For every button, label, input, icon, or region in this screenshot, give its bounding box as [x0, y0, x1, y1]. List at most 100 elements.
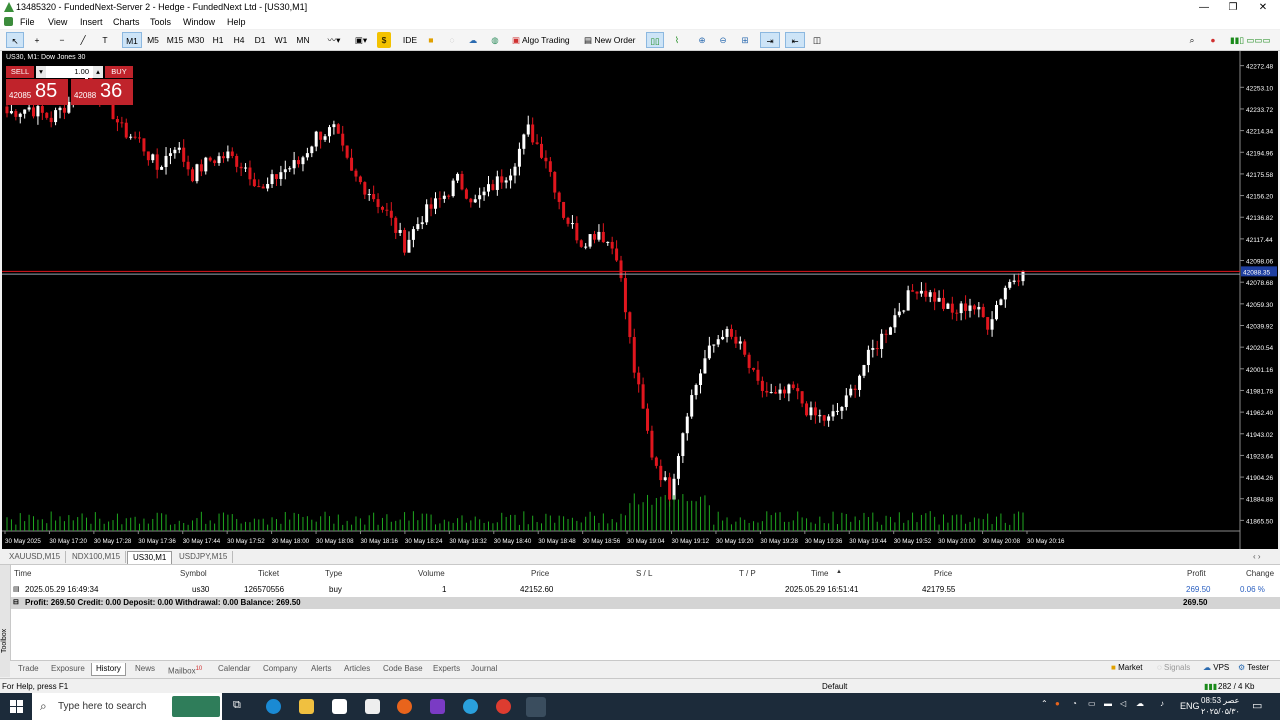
menu-help[interactable]: Help	[227, 17, 246, 27]
price-chart[interactable]: 42272.48 42253.10 42233.72 42214.34 42194.96…	[2, 51, 1278, 549]
table-row[interactable]: ▤ 2025.05.29 16:49:34 us30 126570556 buy…	[10, 583, 1280, 596]
templates-icon[interactable]: ▣▾	[349, 32, 373, 48]
candles-icon[interactable]: ▯▯	[646, 32, 664, 48]
indicators-icon[interactable]: 〰▾	[322, 32, 346, 48]
signals-tab[interactable]: ◌ Signals	[1157, 663, 1190, 672]
vps-tab[interactable]: ☁ VPS	[1203, 663, 1229, 672]
col-type[interactable]: Type	[325, 569, 342, 578]
col-ticket[interactable]: Ticket	[258, 569, 279, 578]
volume-value[interactable]: 1.00	[74, 67, 89, 76]
tab-history[interactable]: History	[91, 663, 126, 676]
connection-status-icon[interactable]: ▮▮▯ ▭▭▭	[1230, 32, 1278, 48]
telegram-icon[interactable]	[463, 699, 478, 714]
tab-code-base[interactable]: Code Base	[379, 663, 427, 675]
col-symbol[interactable]: Symbol	[180, 569, 207, 578]
volume-increase-button[interactable]: ▴	[93, 66, 103, 78]
tray-battery-icon[interactable]: ▬	[1104, 699, 1112, 708]
tab-journal[interactable]: Journal	[467, 663, 501, 675]
tray-volume-icon[interactable]: ◁	[1120, 699, 1126, 708]
tray-speaker-icon[interactable]: ♪	[1160, 699, 1164, 708]
tab-usdjpy[interactable]: USDJPY,M15	[174, 551, 234, 563]
screenshot-icon[interactable]: ◫	[808, 32, 826, 48]
buy-button[interactable]: BUY	[105, 66, 133, 78]
tray-app-icon[interactable]: ●	[1055, 699, 1060, 708]
menu-view[interactable]: View	[48, 17, 67, 27]
tf-h4[interactable]: H4	[229, 32, 249, 48]
grid-icon[interactable]: ⊞	[736, 32, 754, 48]
volume-input[interactable]: ▾ 1.00 ▴	[36, 66, 103, 78]
text-tool-icon[interactable]: T	[96, 32, 114, 48]
tray-network-icon[interactable]: ▭	[1088, 699, 1096, 708]
col-tp[interactable]: T / P	[739, 569, 756, 578]
tab-xauusd[interactable]: XAUUSD,M15	[4, 551, 67, 563]
tray-date[interactable]: ۲۰۲۵/۰۵/۳۰	[1201, 707, 1240, 716]
ide-button[interactable]: IDE	[400, 32, 420, 48]
tab-mailbox[interactable]: Mailbox10	[164, 663, 206, 678]
menu-insert[interactable]: Insert	[80, 17, 103, 27]
col-price[interactable]: Price	[531, 569, 549, 578]
firefox-icon[interactable]	[397, 699, 412, 714]
volume-decrease-button[interactable]: ▾	[36, 66, 46, 78]
tester-tab[interactable]: ⚙ Tester	[1238, 663, 1269, 672]
market-tab[interactable]: ■ Market	[1111, 663, 1143, 672]
tf-m1[interactable]: M1	[122, 32, 142, 48]
sell-button[interactable]: SELL	[6, 66, 34, 78]
close-button[interactable]: ✕	[1249, 0, 1277, 15]
trendline-icon[interactable]: ╱	[74, 32, 92, 48]
edge-icon[interactable]	[266, 699, 281, 714]
col-change[interactable]: Change	[1246, 569, 1274, 578]
dollar-icon[interactable]: $	[377, 32, 391, 48]
tf-d1[interactable]: D1	[250, 32, 270, 48]
tf-m15[interactable]: M15	[165, 32, 185, 48]
minimize-button[interactable]: —	[1190, 0, 1218, 15]
tray-language[interactable]: ENG	[1180, 701, 1200, 711]
new-order-button[interactable]: ▤ New Order	[584, 32, 640, 48]
tab-news[interactable]: News	[131, 663, 159, 675]
bid-price-box[interactable]: 42085 85	[6, 79, 68, 105]
task-view-icon[interactable]: ⧉	[233, 699, 248, 714]
cloud-icon[interactable]: ☁	[465, 32, 481, 48]
ask-price-box[interactable]: 42088 36	[71, 79, 133, 105]
vs-icon[interactable]	[430, 699, 445, 714]
crosshair-icon[interactable]: +	[28, 32, 46, 48]
cursor-icon[interactable]: ↖	[6, 32, 24, 48]
tray-cloud-icon[interactable]: ☁	[1136, 699, 1144, 708]
tabs-scroll-icon[interactable]: ‹ ›	[1248, 551, 1266, 563]
signal-icon[interactable]: ◌	[444, 32, 460, 48]
candlestick-chart[interactable]: 42272.48 42253.10 42233.72 42214.34 42194.96…	[2, 51, 1278, 549]
tab-us30[interactable]: US30,M1	[127, 551, 173, 564]
tab-trade[interactable]: Trade	[14, 663, 43, 675]
menu-tools[interactable]: Tools	[150, 17, 171, 27]
tab-company[interactable]: Company	[259, 663, 301, 675]
col-time[interactable]: Time	[14, 569, 31, 578]
col-volume[interactable]: Volume	[418, 569, 445, 578]
tab-exposure[interactable]: Exposure	[47, 663, 89, 675]
autoscroll-icon[interactable]: ⇥	[760, 32, 780, 48]
tab-alerts[interactable]: Alerts	[307, 663, 335, 675]
line-chart-icon[interactable]: ⌇	[668, 32, 686, 48]
mail-icon[interactable]	[365, 699, 380, 714]
metatrader-icon[interactable]	[526, 697, 546, 717]
tab-articles[interactable]: Articles	[340, 663, 374, 675]
chart-shift-icon[interactable]: ⇤	[785, 32, 805, 48]
tab-ndx100[interactable]: NDX100,M15	[67, 551, 127, 563]
notifications-icon[interactable]: ●	[1205, 32, 1221, 48]
tab-calendar[interactable]: Calendar	[214, 663, 254, 675]
algo-trading-button[interactable]: ▣ Algo Trading	[512, 32, 576, 48]
tf-m30[interactable]: M30	[186, 32, 206, 48]
tray-chevron-icon[interactable]: ⌃	[1041, 699, 1048, 708]
tab-experts[interactable]: Experts	[429, 663, 464, 675]
tf-mn[interactable]: MN	[293, 32, 313, 48]
tf-m5[interactable]: M5	[143, 32, 163, 48]
col-close-price[interactable]: Price	[934, 569, 952, 578]
menu-window[interactable]: Window	[183, 17, 215, 27]
notification-center-icon[interactable]: ▭	[1252, 699, 1262, 712]
zoom-in-icon[interactable]: ⊕	[693, 32, 711, 48]
tray-time[interactable]: 08:53 عصر	[1201, 696, 1239, 705]
search-icon[interactable]: ⌕	[1184, 32, 1200, 48]
store-icon[interactable]	[332, 699, 347, 714]
restore-button[interactable]: ❐	[1219, 0, 1247, 15]
hline-icon[interactable]: −	[53, 32, 71, 48]
col-close-time[interactable]: Time	[811, 569, 828, 578]
taskbar-search[interactable]: ⌕ Type here to search	[32, 693, 222, 720]
